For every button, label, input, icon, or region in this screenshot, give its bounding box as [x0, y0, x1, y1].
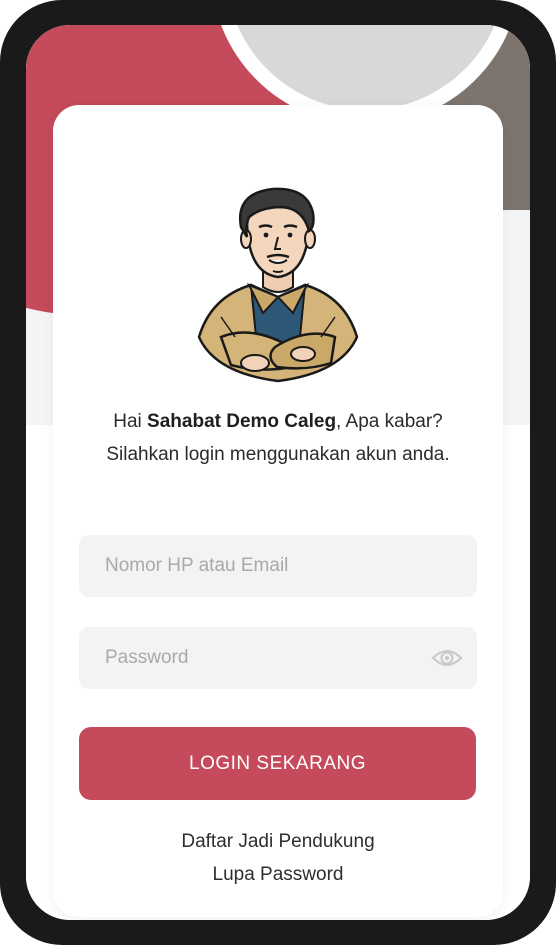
email-field[interactable]: [79, 535, 477, 597]
password-field[interactable]: [79, 627, 477, 689]
email-input[interactable]: [79, 535, 477, 597]
greeting-prefix: Hai: [113, 411, 148, 432]
register-link[interactable]: Daftar Jadi Pendukung: [53, 831, 503, 853]
login-card: Hai Sahabat Demo Caleg, Apa kabar? Silah…: [53, 105, 503, 917]
phone-frame: Hai Sahabat Demo Caleg, Apa kabar? Silah…: [0, 0, 556, 945]
greeting-name: Sahabat Demo Caleg: [147, 411, 337, 432]
screen: Hai Sahabat Demo Caleg, Apa kabar? Silah…: [26, 25, 530, 920]
forgot-password-link[interactable]: Lupa Password: [53, 864, 503, 886]
greeting-text: Hai Sahabat Demo Caleg, Apa kabar? Silah…: [83, 405, 473, 471]
eye-icon[interactable]: [431, 645, 463, 671]
avatar: [197, 187, 359, 383]
login-button[interactable]: LOGIN SEKARANG: [79, 727, 476, 800]
password-input[interactable]: [79, 627, 477, 689]
